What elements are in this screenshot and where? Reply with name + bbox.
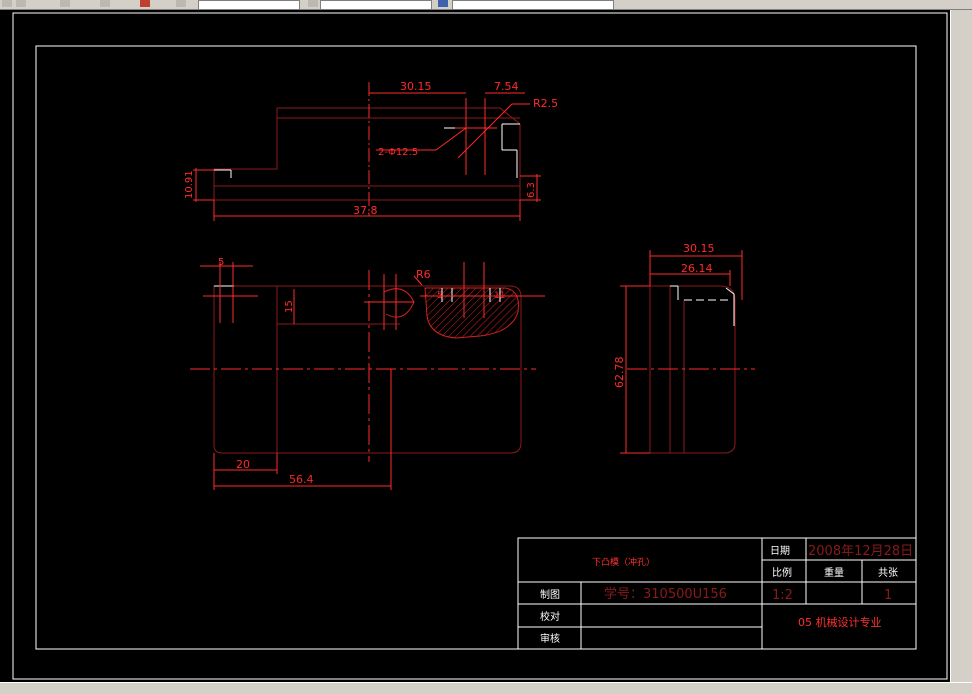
drawing-border [35,45,917,650]
weight-label: 重量 [824,566,844,579]
dim-37-8: 37.8 [353,204,378,217]
horizontal-scrollbar[interactable] [0,682,972,694]
drawing-svg: 30.15 7.54 R2.5 2-Φ12.5 10.91 6.3 37.8 5… [12,12,948,680]
dim-26-14: 26.14 [681,262,713,275]
dim-r6: R6 [416,268,431,281]
undo-icon[interactable] [140,0,150,7]
dim-7-54: 7.54 [494,80,519,93]
sheets-value: 1 [884,588,892,603]
color-icon[interactable] [438,0,448,7]
dim-30-15-side: 30.15 [683,242,715,255]
zoom-icon[interactable] [176,0,186,7]
review-label: 审核 [540,632,560,645]
lineweight-dropdown[interactable] [452,0,614,10]
dim-5-left: 5 [218,257,224,268]
scale-label: 比例 [772,566,792,579]
date-label: 日期 [770,545,790,557]
dim-6-3: 6.3 [526,182,537,198]
class-name: 05 机械设计专业 [798,615,882,629]
new-icon[interactable] [2,0,12,7]
dim-10-91: 10.91 [184,170,195,199]
dim-15: 15 [284,300,295,313]
layer-dropdown[interactable] [198,0,300,10]
title-block: 下凸模（冲孔） 日期 2008年12月28日 比例 重量 共张 1:2 1 制图… [517,537,917,650]
outer-frame [12,12,948,680]
plan-view: 5 R6 15 5 11 20 56.4 [190,257,545,490]
part-name: 下凸模（冲孔） [592,556,655,568]
date-value: 2008年12月28日 [808,544,913,559]
dim-62-78: 62.78 [613,357,626,389]
front-elevation-view: 30.15 7.54 R2.5 2-Φ12.5 10.91 6.3 37.8 [184,80,558,221]
dim-20: 20 [236,458,250,471]
dim-56-4: 56.4 [289,473,314,486]
dim-11: 11 [494,291,505,301]
sheets-label: 共张 [878,567,898,579]
dim-5-slot: 5 [437,291,443,301]
pan-icon[interactable] [100,0,110,7]
draw-label: 制图 [540,588,560,601]
dim-r2-5: R2.5 [533,97,558,110]
dim-hole-dia: 2-Φ12.5 [378,147,418,158]
cut-icon[interactable] [60,0,70,7]
properties-icon[interactable] [308,0,318,7]
cad-toolbar [0,0,972,10]
open-icon[interactable] [16,0,26,7]
scale-value: 1:2 [772,588,793,603]
linetype-dropdown[interactable] [320,0,432,10]
vertical-scrollbar[interactable] [950,10,972,682]
check-label: 校对 [540,610,560,623]
dim-30-15-top: 30.15 [400,80,432,93]
side-view: 30.15 26.14 62.78 [613,242,755,454]
student-id: 学号：310500U156 [604,586,727,602]
drawing-canvas[interactable]: 30.15 7.54 R2.5 2-Φ12.5 10.91 6.3 37.8 5… [0,10,950,682]
